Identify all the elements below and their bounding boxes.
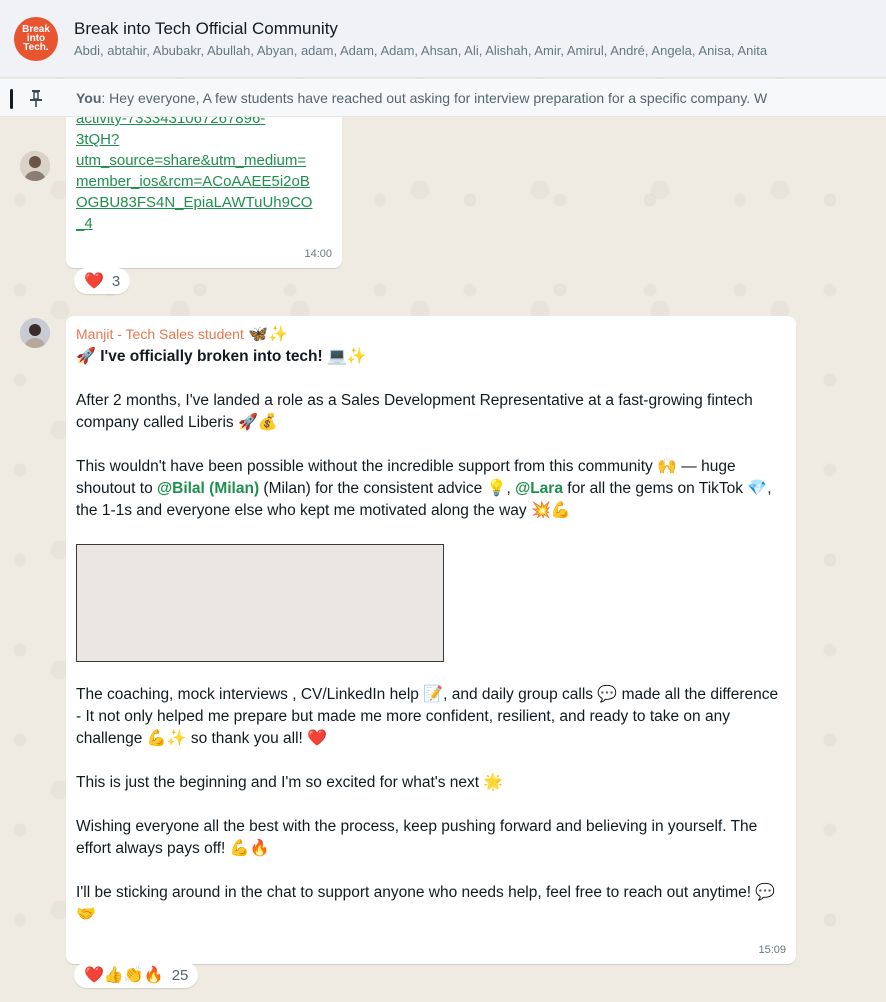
paragraph-emojis: 💪🔥: [229, 840, 270, 857]
group-avatar[interactable]: Break into Tech.: [14, 16, 58, 61]
headline-text: I've officially broken into tech!: [100, 348, 323, 365]
message-content: Manjit - Tech Sales student 🦋✨ 🚀 I've of…: [76, 324, 782, 926]
link-line[interactable]: 3tQH?: [76, 129, 338, 150]
link-line[interactable]: _4: [76, 213, 338, 234]
sender-name[interactable]: Manjit - Tech Sales student: [76, 326, 244, 342]
paragraph-text: for all the gems on TikTok: [562, 480, 748, 497]
paragraph-emojis: 🙌: [657, 458, 677, 475]
paragraph-text: ,: [506, 480, 516, 497]
pinned-indicator: [10, 89, 13, 109]
paragraph-text: This is just the beginning and I'm so ex…: [76, 774, 484, 791]
reactions-pill[interactable]: ❤️👍👏🔥 25: [74, 962, 199, 988]
reaction-emojis: ❤️👍👏🔥: [84, 967, 164, 984]
pinned-text[interactable]: You: Hey everyone, A few students have r…: [76, 90, 767, 106]
paragraph: I'll be sticking around in the chat to s…: [76, 882, 782, 926]
pinned-author: You: [76, 89, 102, 106]
sender-row: Manjit - Tech Sales student 🦋✨: [76, 324, 782, 344]
paragraph: This wouldn't have been possible without…: [76, 456, 782, 522]
paragraph-text: This wouldn't have been possible without…: [76, 458, 653, 475]
mention-bilal[interactable]: @Bilal (Milan): [157, 480, 259, 497]
header-text: Break into Tech Official Community Abdi,…: [74, 19, 767, 58]
paragraph: This is just the beginning and I'm so ex…: [76, 772, 782, 794]
reactions-pill[interactable]: ❤️ 3: [74, 268, 131, 294]
avatar-line-3: Tech.: [23, 42, 49, 53]
paragraph-emojis: 🌟: [483, 774, 504, 791]
chat-header[interactable]: Break into Tech. Break into Tech Officia…: [0, 0, 886, 78]
paragraph-text: (Milan) for the consistent advice: [259, 480, 487, 497]
avatar[interactable]: [20, 318, 50, 348]
paragraph-emojis: 🚀💰: [237, 414, 278, 431]
headline-emojis: 💻✨: [327, 348, 367, 365]
paragraph-emojis: 📝: [423, 686, 444, 703]
avatar[interactable]: [20, 151, 50, 181]
paragraph-text: After 2 months, I've landed a role as a …: [76, 392, 753, 431]
pin-icon[interactable]: [26, 88, 46, 108]
link-text[interactable]: activity-7333431067267896- 3tQH? utm_sou…: [76, 108, 338, 234]
paragraph: After 2 months, I've landed a role as a …: [76, 390, 782, 434]
paragraph-text: I'll be sticking around in the chat to s…: [76, 884, 756, 901]
paragraph: Wishing everyone all the best with the p…: [76, 816, 782, 860]
paragraph-emojis: ❤️: [307, 730, 328, 747]
reaction-count: 25: [171, 966, 189, 984]
paragraph-text: so thank you all!: [186, 730, 308, 747]
paragraph: The coaching, mock interviews , CV/Linke…: [76, 684, 782, 750]
link-line[interactable]: utm_source=share&utm_medium=: [76, 150, 338, 171]
reaction-count: 3: [111, 272, 121, 290]
message-bubble-link[interactable]: activity-7333431067267896- 3tQH? utm_sou…: [66, 100, 342, 268]
paragraph-emojis: 💥💪: [530, 502, 571, 519]
sender-emojis: 🦋✨: [248, 326, 289, 343]
pinned-message-bar[interactable]: You: Hey everyone, A few students have r…: [0, 79, 886, 117]
message-time: 14:00: [304, 248, 332, 260]
rocket-emoji: 🚀: [76, 348, 96, 365]
group-title[interactable]: Break into Tech Official Community: [74, 19, 767, 39]
reaction-emojis: ❤️: [84, 273, 104, 290]
redacted-image[interactable]: [76, 544, 444, 662]
pinned-body: : Hey everyone, A few students have reac…: [101, 89, 768, 106]
message-time: 15:09: [758, 944, 786, 956]
group-members: Abdi, abtahir, Abubakr, Abullah, Abyan, …: [74, 43, 768, 58]
headline: 🚀 I've officially broken into tech! 💻✨: [76, 346, 782, 368]
link-line[interactable]: OGBU83FS4N_EpiaLAWTuUh9CO: [76, 192, 338, 213]
paragraph-emojis: 💎: [747, 480, 768, 497]
paragraph-emojis: 💬: [597, 686, 618, 703]
paragraph-text: The coaching, mock interviews , CV/Linke…: [76, 686, 424, 703]
paragraph-emojis: 💪✨: [146, 730, 187, 747]
paragraph-text: Wishing everyone all the best with the p…: [76, 818, 758, 857]
mention-lara[interactable]: @Lara: [515, 480, 563, 497]
paragraph-text: , and daily group calls: [443, 686, 598, 703]
link-line[interactable]: member_ios&rcm=ACoAAEE5i2oB: [76, 171, 338, 192]
message-bubble-announcement[interactable]: Manjit - Tech Sales student 🦋✨ 🚀 I've of…: [66, 316, 796, 964]
paragraph-emojis: 💡: [486, 480, 507, 497]
